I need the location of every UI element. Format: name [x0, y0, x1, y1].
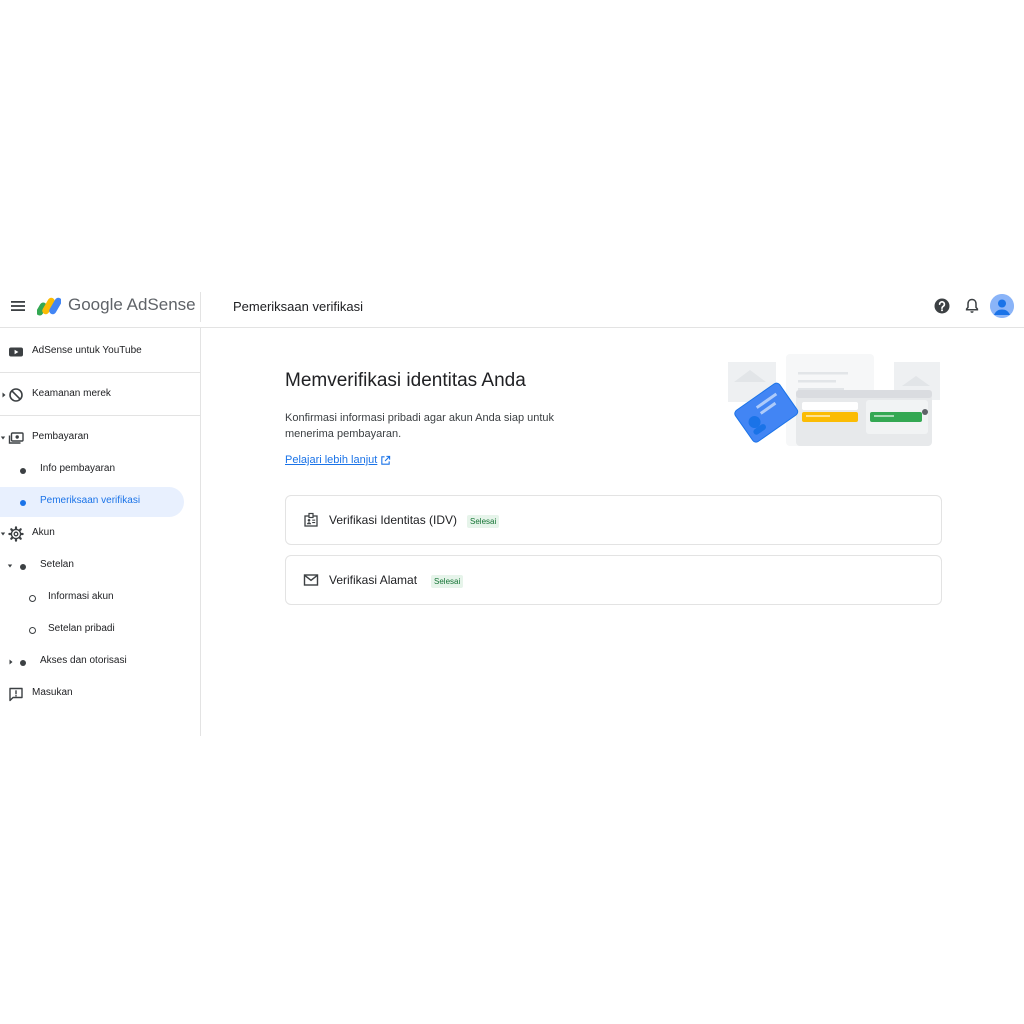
top-bar: Google AdSense Pemeriksaan verifikasi: [0, 286, 1024, 328]
sidebar-divider: [0, 372, 200, 373]
sidebar-item-label: Info pembayaran: [40, 463, 116, 474]
chevron-right-icon: [9, 659, 13, 665]
mail-icon: [303, 574, 319, 586]
bullet-outline-icon: [29, 627, 36, 634]
brand-product: AdSense: [126, 295, 196, 314]
brand-name[interactable]: Google AdSense: [68, 295, 196, 315]
sidebar-item-feedback[interactable]: Masukan: [0, 679, 200, 709]
id-badge-icon: [304, 512, 318, 527]
status-badge: Selesai: [467, 515, 500, 528]
sidebar-item-brand-safety[interactable]: Keamanan merek: [0, 380, 200, 410]
chevron-down-icon: [7, 564, 13, 568]
sidebar-item-label: Setelan pribadi: [48, 623, 115, 634]
notifications-icon[interactable]: [962, 296, 982, 316]
sidebar-item-label: AdSense untuk YouTube: [32, 345, 142, 356]
bullet-outline-icon: [29, 595, 36, 602]
app-root: Google AdSense Pemeriksaan verifikasi Ad…: [0, 286, 1024, 736]
feedback-icon: [9, 687, 23, 702]
sidebar-item-label: Akun: [32, 527, 55, 538]
sidebar-item-personal-settings[interactable]: Setelan pribadi: [0, 615, 200, 645]
sidebar-item-label: Keamanan merek: [32, 388, 111, 399]
sidebar-item-adsense-youtube[interactable]: AdSense untuk YouTube: [0, 337, 200, 367]
sidebar-item-payment-info[interactable]: Info pembayaran: [0, 455, 200, 485]
sidebar-item-access-authorization[interactable]: Akses dan otorisasi: [0, 647, 200, 677]
learn-more-link[interactable]: Pelajari lebih lanjut: [285, 454, 377, 466]
page-title: Pemeriksaan verifikasi: [233, 299, 364, 314]
identity-verification-card[interactable]: Verifikasi Identitas (IDV) Selesai: [285, 495, 942, 545]
payments-icon: [8, 432, 24, 444]
sidebar-item-account[interactable]: Akun: [0, 519, 200, 549]
help-icon[interactable]: [932, 296, 952, 316]
card-title: Verifikasi Identitas (IDV): [329, 513, 458, 527]
sidebar-item-label: Setelan: [40, 559, 74, 570]
main-heading: Memverifikasi identitas Anda: [285, 370, 526, 391]
bullet-icon: [20, 468, 26, 474]
address-verification-card[interactable]: Verifikasi Alamat Selesai: [285, 555, 942, 605]
external-link-icon[interactable]: [380, 455, 391, 466]
sidebar-item-verification-check[interactable]: Pemeriksaan verifikasi: [0, 487, 184, 517]
gear-icon: [8, 526, 24, 542]
user-icon: [990, 294, 1014, 318]
account-avatar[interactable]: [990, 294, 1014, 318]
youtube-icon: [9, 347, 23, 357]
block-icon: [9, 388, 23, 402]
bullet-icon: [20, 660, 26, 666]
sidebar-item-label: Informasi akun: [48, 591, 114, 602]
chevron-down-icon: [0, 436, 6, 440]
bullet-icon: [20, 564, 26, 570]
brand-google: Google: [68, 295, 123, 314]
header-divider: [200, 292, 201, 322]
id-card-wallet-illustration: [728, 354, 940, 446]
adsense-logo-icon[interactable]: [37, 296, 61, 316]
sidebar-item-payments[interactable]: Pembayaran: [0, 423, 200, 453]
status-badge: Selesai: [431, 575, 464, 588]
sidebar-item-settings[interactable]: Setelan: [0, 551, 200, 581]
sidebar-divider: [0, 415, 200, 416]
menu-icon[interactable]: [6, 294, 30, 318]
chevron-down-icon: [0, 532, 6, 536]
sidebar-item-account-info[interactable]: Informasi akun: [0, 583, 200, 613]
sidebar-item-label: Pemeriksaan verifikasi: [40, 495, 141, 506]
sidebar-item-label: Pembayaran: [32, 431, 89, 442]
chevron-right-icon: [2, 392, 6, 398]
sidebar-item-label: Masukan: [32, 687, 73, 698]
sidebar-item-label: Akses dan otorisasi: [40, 655, 127, 666]
main-description: Konfirmasi informasi pribadi agar akun A…: [285, 412, 555, 440]
bullet-icon: [20, 500, 26, 506]
card-title: Verifikasi Alamat: [329, 573, 418, 587]
sidebar: AdSense untuk YouTube Keamanan merek Pem…: [0, 328, 201, 736]
